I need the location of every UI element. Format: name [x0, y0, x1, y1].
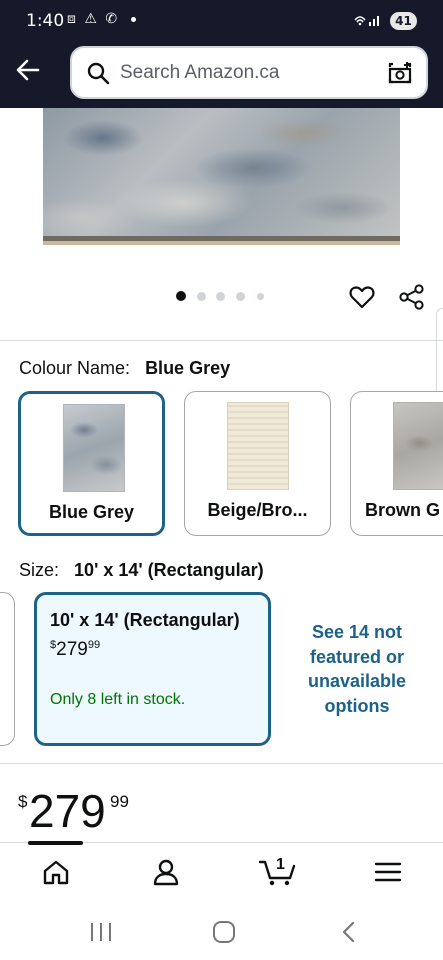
swatch-thumbnail: [63, 404, 125, 492]
cart-count-badge: 1: [276, 856, 285, 873]
home-icon: [43, 860, 69, 885]
price-fraction: 99: [87, 639, 101, 651]
active-tab-indicator: [28, 841, 83, 845]
colour-option-brown-grey[interactable]: Brown G: [350, 391, 443, 536]
carousel-dot[interactable]: [236, 292, 245, 301]
price-whole: 279: [29, 785, 106, 837]
menu-icon: [374, 862, 402, 882]
section-divider: [0, 340, 443, 341]
battery-indicator: 41: [390, 12, 417, 30]
swatch-thumbnail: [393, 402, 443, 490]
swatch-thumbnail: [227, 402, 289, 490]
colour-label: Colour Name:: [19, 358, 131, 378]
rug-edge: [43, 236, 400, 241]
nav-home[interactable]: [41, 857, 71, 887]
signal-icon: [353, 13, 383, 30]
recent-apps-button[interactable]: [88, 920, 114, 944]
account-icon: [153, 859, 179, 886]
chevron-left-icon: [342, 921, 355, 943]
colour-selected-value: Blue Grey: [145, 358, 231, 378]
system-navigation-bar: [0, 902, 443, 960]
carousel-dot[interactable]: [216, 292, 225, 301]
nav-menu[interactable]: [373, 857, 403, 887]
back-arrow-icon: [16, 59, 40, 81]
heart-icon: [349, 286, 375, 309]
size-row: Size: 10' x 14' (Rectangular): [19, 560, 264, 581]
back-button[interactable]: [10, 52, 46, 88]
size-option-previous[interactable]: [0, 592, 15, 746]
swatch-label: Beige/Bro...: [207, 500, 308, 520]
notification-dot-icon: [131, 17, 136, 22]
status-bar: 1:40 ⧈ ⚠ ✆ 41: [0, 0, 443, 40]
colour-option-blue-grey[interactable]: Blue Grey: [18, 391, 165, 536]
status-time: 1:40: [26, 11, 65, 31]
section-divider: [0, 763, 443, 764]
size-option-10x14[interactable]: 10' x 14' (Rectangular) $27999 Only 8 le…: [34, 592, 271, 746]
rug-photo: [43, 108, 400, 241]
system-back-button[interactable]: [336, 920, 362, 944]
search-input[interactable]: [120, 48, 380, 97]
colour-option-beige-brown[interactable]: Beige/Bro...: [184, 391, 331, 536]
colour-name-row: Colour Name: Blue Grey: [19, 358, 230, 379]
size-label: Size:: [19, 560, 60, 580]
price-currency: $: [18, 792, 28, 811]
share-icon: [399, 284, 424, 310]
size-selected-value: 10' x 14' (Rectangular): [74, 560, 264, 580]
notification-icons: ⧈ ⚠ ✆: [67, 11, 120, 27]
size-option-title: 10' x 14' (Rectangular): [50, 610, 240, 630]
carousel-dot-active[interactable]: [176, 291, 186, 301]
search-header: [0, 40, 443, 108]
price-whole: 279: [56, 639, 88, 660]
home-circle-icon: [213, 921, 235, 943]
search-box[interactable]: [70, 46, 428, 99]
bottom-navigation: [0, 841, 443, 902]
size-option-price: $27999: [50, 639, 100, 661]
stock-status: Only 8 left in stock.: [50, 691, 186, 708]
see-more-options-link[interactable]: See 14 not featured or unavailable optio…: [292, 620, 422, 718]
carousel-dot[interactable]: [257, 293, 264, 300]
price-fraction: 99: [110, 792, 129, 811]
camera-search-icon[interactable]: [386, 60, 414, 86]
search-icon: [87, 62, 110, 85]
home-system-button[interactable]: [211, 920, 237, 944]
nav-account[interactable]: [151, 857, 181, 887]
share-button[interactable]: [398, 283, 426, 311]
recent-apps-icon: [91, 923, 111, 941]
swatch-label: Blue Grey: [48, 502, 135, 522]
wishlist-button[interactable]: [348, 283, 376, 311]
carousel-dot[interactable]: [197, 292, 206, 301]
swatch-label: Brown G: [365, 500, 440, 520]
product-image[interactable]: [43, 108, 400, 245]
